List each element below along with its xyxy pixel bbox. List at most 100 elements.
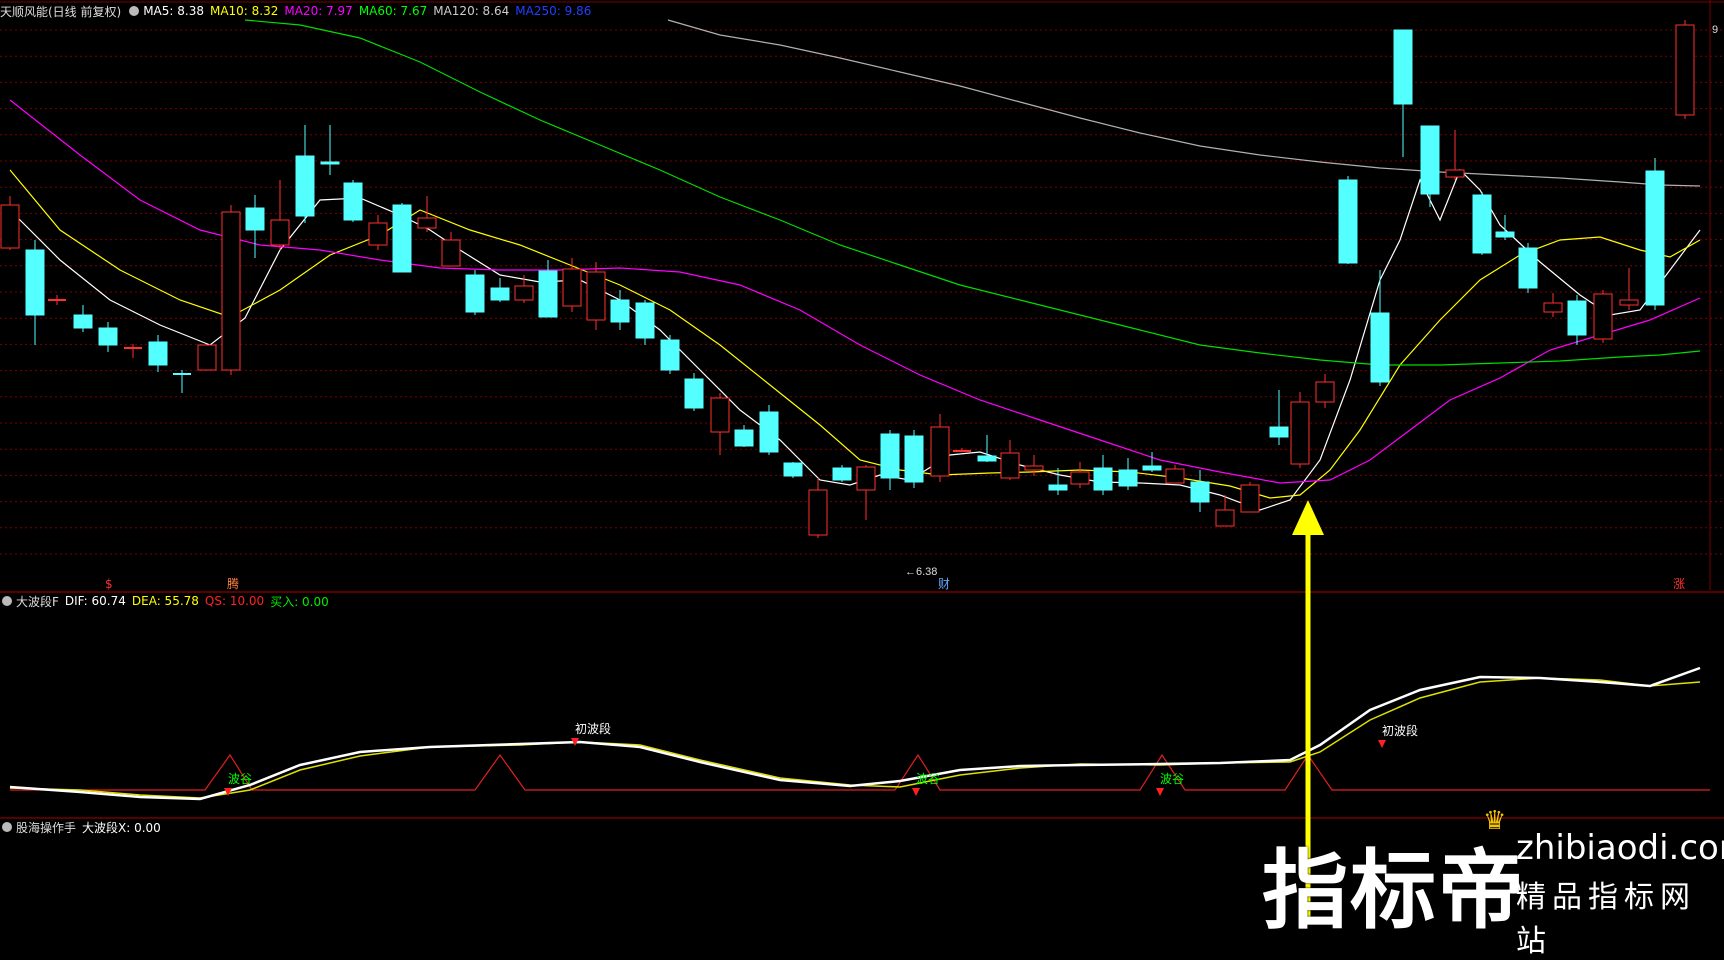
candle xyxy=(1472,192,1492,255)
candle-body xyxy=(684,378,704,409)
wave-annotation: 初波段 xyxy=(575,721,611,736)
candle-body xyxy=(1070,471,1090,485)
signal-arrow-icon xyxy=(912,788,920,796)
candle xyxy=(1315,374,1335,408)
candle xyxy=(710,393,730,455)
bottom-panel-header: 股海操作手 大波段X: 0.00 xyxy=(0,818,167,836)
candle-body xyxy=(343,182,363,221)
candle xyxy=(1070,462,1090,488)
candle xyxy=(660,335,680,374)
candle-body xyxy=(635,302,655,339)
wave-annotation: 波谷 xyxy=(916,772,940,786)
panel-settings-icon[interactable] xyxy=(129,6,140,16)
candle xyxy=(610,290,630,330)
candle-body xyxy=(808,489,828,536)
candle-body xyxy=(514,285,534,301)
ma20-value: MA20: 7.97 xyxy=(284,4,353,18)
candle xyxy=(1518,243,1538,293)
panel-settings-icon[interactable] xyxy=(2,596,12,606)
candle xyxy=(245,195,265,258)
dea-value: DEA: 55.78 xyxy=(131,594,199,608)
candle-body xyxy=(783,462,803,477)
candle-body xyxy=(562,268,582,307)
candle xyxy=(1190,470,1210,512)
candle-body xyxy=(1118,469,1138,487)
event-badge: 财 xyxy=(938,577,950,591)
candle xyxy=(25,240,45,345)
candle xyxy=(586,262,606,330)
signal-arrow-icon xyxy=(1378,740,1386,748)
candle xyxy=(73,305,93,332)
logo-slogan: 精品指标网站 xyxy=(1516,880,1696,959)
ma120-value: MA120: 8.64 xyxy=(433,4,510,18)
candle xyxy=(1093,455,1113,495)
candle-body xyxy=(392,204,412,273)
candle xyxy=(441,232,461,267)
candle xyxy=(465,270,485,315)
candle xyxy=(1165,465,1185,484)
candle-body xyxy=(1338,179,1358,264)
candle-body xyxy=(1445,169,1465,178)
candle-body xyxy=(1495,231,1515,238)
candle xyxy=(1118,458,1138,490)
candle xyxy=(197,344,217,371)
candle-body xyxy=(856,466,876,491)
candle-body xyxy=(1269,426,1289,438)
candle-body xyxy=(1000,452,1020,479)
candle-body xyxy=(441,239,461,267)
candle xyxy=(1675,20,1695,119)
candle xyxy=(1495,215,1515,240)
candle-body xyxy=(1093,467,1113,491)
candle-body xyxy=(930,426,950,477)
candle xyxy=(808,478,828,538)
buy-value: 买入: 0.00 xyxy=(270,594,329,609)
candle-body xyxy=(417,217,437,229)
candle-body xyxy=(1190,481,1210,503)
candle-body xyxy=(1290,401,1310,465)
candle-body xyxy=(610,299,630,323)
panel-settings-icon[interactable] xyxy=(2,822,12,832)
candle xyxy=(1240,482,1260,513)
wave-annotation: 初波段 xyxy=(1382,723,1418,738)
candle-body xyxy=(490,287,510,301)
candle-body xyxy=(197,344,217,371)
ma5-value: MA5: 8.38 xyxy=(143,4,204,18)
candle-body xyxy=(1165,468,1185,484)
candle xyxy=(270,180,290,250)
candle xyxy=(977,435,997,462)
bigwave-x-value: 大波段X: 0.00 xyxy=(82,820,161,835)
candle xyxy=(930,414,950,482)
event-badge: 涨 xyxy=(1673,576,1685,591)
candle-body xyxy=(320,161,340,165)
dif-line xyxy=(9,666,1701,801)
candle xyxy=(783,462,803,478)
main-panel-header: 天顺风能(日线 前复权) MA5: 8.38 MA10: 8.32 MA20: … xyxy=(0,2,597,20)
candle xyxy=(880,430,900,490)
candle xyxy=(856,465,876,520)
candle xyxy=(684,373,704,411)
candlestick-series xyxy=(0,20,1695,538)
candle xyxy=(173,370,191,393)
candle-body xyxy=(1048,484,1068,491)
candle xyxy=(1543,293,1563,317)
candle xyxy=(48,295,66,305)
candle xyxy=(1048,468,1068,495)
candle-body xyxy=(660,339,680,371)
signal-arrow-icon xyxy=(1156,788,1164,796)
bottom-indicator-name: 股海操作手 xyxy=(16,820,77,835)
candle xyxy=(124,344,142,358)
kline-chart[interactable]: 波谷 初波段波谷 波谷 初波段 ←6.38 9 $ 腾 财 涨 xyxy=(0,0,1724,922)
candle xyxy=(1593,290,1613,343)
candle xyxy=(1370,270,1390,386)
candle-body xyxy=(1567,300,1587,336)
wave-annotation: 波谷 xyxy=(1160,772,1184,786)
low-price-label: ←6.38 xyxy=(905,566,937,578)
candle-body xyxy=(73,314,93,329)
candle-body xyxy=(904,435,924,483)
ma60-value: MA60: 7.67 xyxy=(358,4,428,18)
candle-body xyxy=(1420,125,1440,195)
candle xyxy=(417,196,437,232)
candle xyxy=(904,430,924,488)
candle-body xyxy=(1675,24,1695,116)
candle-body xyxy=(245,207,265,231)
